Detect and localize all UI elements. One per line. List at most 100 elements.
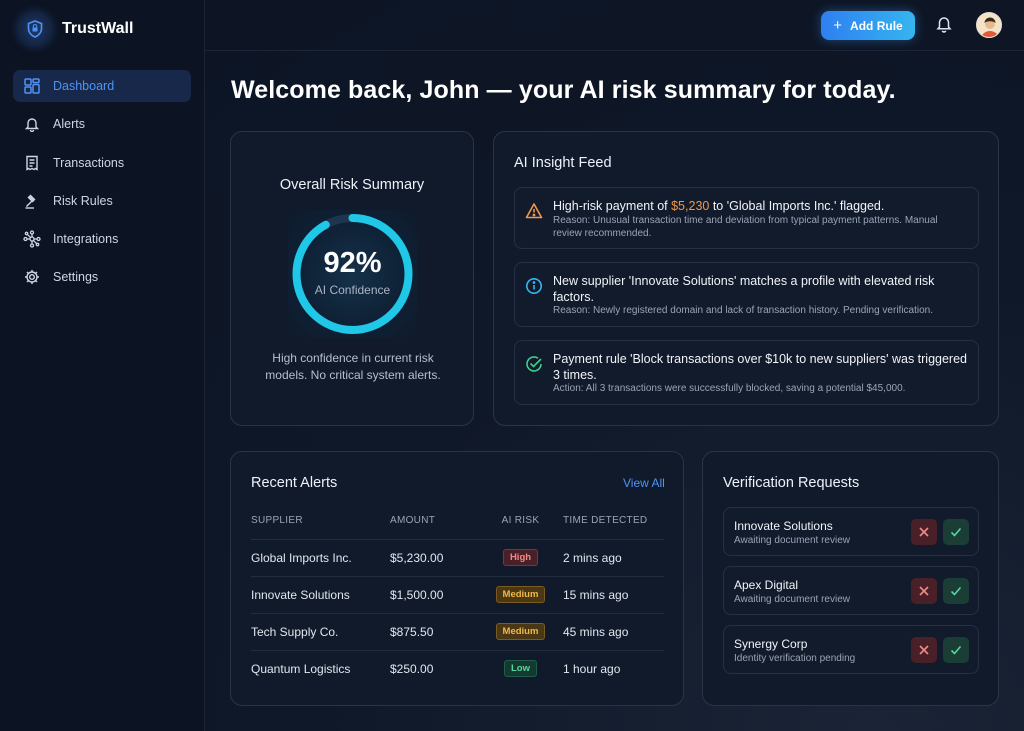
insight-title-pre: High-risk payment of	[553, 199, 672, 213]
add-rule-label: Add Rule	[850, 18, 903, 33]
view-all-link[interactable]: View All	[623, 476, 665, 490]
insight-item-info[interactable]: New supplier 'Innovate Solutions' matche…	[514, 262, 979, 327]
risk-summary-description: High confidence in current risk models. …	[265, 351, 441, 382]
close-icon	[919, 645, 929, 655]
supplier-cell: Quantum Logistics	[251, 661, 351, 676]
insight-title: New supplier 'Innovate Solutions' matche…	[553, 274, 935, 304]
sidebar-item-label: Transactions	[53, 155, 125, 170]
insight-action: Action: All 3 transactions were successf…	[553, 383, 906, 394]
insight-amount: $5,230	[671, 199, 710, 213]
insight-item-success[interactable]: Payment rule 'Block transactions over $1…	[514, 340, 979, 405]
brand-name: TrustWall	[62, 20, 134, 37]
sidebar-item-integrations[interactable]: Integrations	[13, 223, 191, 255]
check-icon	[950, 527, 962, 537]
amount-cell: $1,500.00	[390, 576, 478, 614]
insight-feed-title: AI Insight Feed	[514, 155, 612, 171]
add-rule-button[interactable]: + Add Rule	[821, 11, 915, 40]
app-root: TrustWall Dashboard Alerts Transactions …	[0, 0, 1024, 731]
time-cell: 15 mins ago	[563, 576, 664, 614]
reject-button[interactable]	[911, 519, 937, 545]
top-bar: + Add Rule	[205, 0, 1024, 51]
verification-status: Awaiting document review	[734, 535, 850, 546]
insight-title-post: to 'Global Imports Inc.' flagged.	[709, 199, 885, 213]
dashboard-icon	[23, 77, 41, 95]
table-row[interactable]: Quantum Logistics $250.00 Low 1 hour ago	[251, 650, 664, 687]
verification-status: Awaiting document review	[734, 594, 850, 605]
sidebar-nav: Dashboard Alerts Transactions Risk Rules…	[13, 70, 191, 300]
page-title: Welcome back, John — your AI risk summar…	[231, 76, 896, 104]
verification-requests-card: Verification Requests Innovate Solutions…	[702, 451, 999, 706]
supplier-cell: Global Imports Inc.	[251, 539, 390, 577]
reject-button[interactable]	[911, 578, 937, 604]
amount-cell: $250.00	[390, 661, 434, 676]
plus-icon: +	[833, 17, 843, 34]
check-icon	[950, 645, 962, 655]
sidebar-item-label: Dashboard	[53, 79, 115, 93]
supplier-cell: Tech Supply Co.	[251, 613, 390, 651]
risk-summary-title: Overall Risk Summary	[279, 177, 425, 193]
verification-status: Identity verification pending	[734, 653, 856, 664]
insight-title: High-risk payment of $5,230 to 'Global I…	[553, 198, 968, 214]
confidence-gauge: 92% AI Confidence	[288, 210, 417, 338]
verification-item: Apex Digital Awaiting document review	[723, 566, 979, 615]
column-header-amount: AMOUNT	[390, 503, 478, 540]
amount-cell: $5,230.00	[390, 539, 478, 577]
time-cell: 2 mins ago	[563, 539, 664, 577]
verification-name: Apex Digital	[734, 578, 799, 592]
verification-name: Innovate Solutions	[734, 519, 833, 533]
risk-summary-card: Overall Risk Summary 92% AI Confidence H…	[230, 131, 474, 426]
time-cell: 45 mins ago	[563, 613, 664, 651]
sidebar-item-label: Risk Rules	[53, 193, 113, 208]
table-row[interactable]: Innovate Solutions $1,500.00 Medium 15 m…	[251, 576, 664, 614]
user-avatar[interactable]	[976, 12, 1002, 38]
verification-name: Synergy Corp	[734, 637, 808, 651]
risk-badge: High	[502, 549, 539, 566]
insight-reason: Reason: Newly registered domain and lack…	[553, 305, 934, 316]
gauge-value: 92%	[323, 247, 382, 279]
sidebar-item-label: Alerts	[53, 117, 85, 132]
table-row[interactable]: Tech Supply Co. $875.50 Medium 45 mins a…	[251, 613, 664, 651]
sidebar-item-settings[interactable]: Settings	[13, 261, 191, 293]
bell-icon	[23, 115, 41, 133]
column-header-ai-risk: AI RISK	[478, 503, 563, 540]
sidebar-item-dashboard[interactable]: Dashboard	[13, 70, 191, 102]
verification-title: Verification Requests	[723, 475, 860, 491]
receipt-icon	[23, 154, 41, 172]
sidebar: TrustWall Dashboard Alerts Transactions …	[0, 0, 205, 731]
approve-button[interactable]	[943, 637, 969, 663]
notifications-bell-icon[interactable]	[935, 14, 953, 34]
supplier-cell: Innovate Solutions	[251, 576, 390, 614]
insight-item-warning[interactable]: High-risk payment of $5,230 to 'Global I…	[514, 187, 979, 249]
shield-logo-icon	[18, 12, 52, 46]
risk-badge: Low	[504, 660, 537, 678]
sidebar-item-label: Settings	[53, 270, 99, 285]
sidebar-item-risk-rules[interactable]: Risk Rules	[13, 185, 191, 217]
network-icon	[23, 230, 41, 248]
check-circle-icon	[525, 355, 543, 373]
gavel-icon	[23, 192, 41, 210]
column-header-time: TIME DETECTED	[563, 503, 664, 540]
warning-icon	[525, 202, 543, 220]
risk-badge: Medium	[495, 623, 546, 640]
sidebar-item-label: Integrations	[53, 232, 119, 247]
column-header-supplier: SUPPLIER	[251, 503, 390, 540]
time-cell: 1 hour ago	[563, 661, 621, 676]
verification-item: Synergy Corp Identity verification pendi…	[723, 625, 979, 674]
approve-button[interactable]	[943, 519, 969, 545]
insight-feed-card: AI Insight Feed High-risk payment of $5,…	[493, 131, 999, 426]
close-icon	[919, 527, 929, 537]
approve-button[interactable]	[943, 578, 969, 604]
table-header-row: SUPPLIER AMOUNT AI RISK TIME DETECTED	[251, 503, 664, 540]
table-row[interactable]: Global Imports Inc. $5,230.00 High 2 min…	[251, 539, 664, 577]
reject-button[interactable]	[911, 637, 937, 663]
gauge-label: AI Confidence	[314, 283, 391, 297]
recent-alerts-title: Recent Alerts	[251, 475, 338, 491]
gear-icon	[23, 268, 41, 286]
brand[interactable]: TrustWall	[18, 12, 133, 46]
insight-reason: Reason: Unusual transaction time and dev…	[553, 215, 938, 239]
alerts-table: SUPPLIER AMOUNT AI RISK TIME DETECTED Gl…	[251, 503, 664, 687]
check-icon	[950, 586, 962, 596]
insight-title: Payment rule 'Block transactions over $1…	[553, 352, 968, 382]
sidebar-item-transactions[interactable]: Transactions	[13, 147, 191, 179]
sidebar-item-alerts[interactable]: Alerts	[13, 108, 191, 140]
